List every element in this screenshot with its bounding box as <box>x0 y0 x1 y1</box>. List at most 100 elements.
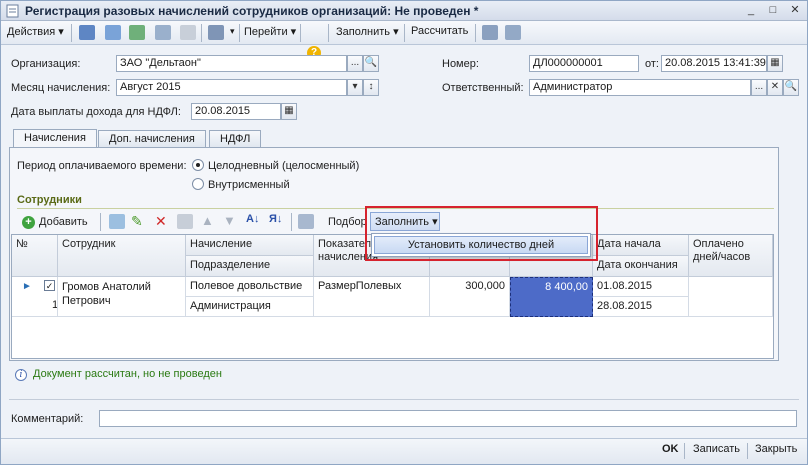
date-start-cell[interactable]: 01.08.2015 <box>593 277 689 297</box>
column-header-no[interactable]: № <box>12 235 58 277</box>
comment-field[interactable] <box>99 410 797 427</box>
period-full-day-radio[interactable] <box>192 159 204 171</box>
date-picker-icon[interactable]: ▦ <box>767 55 783 72</box>
structure-icon[interactable] <box>208 25 224 40</box>
comment-label: Комментарий: <box>11 413 84 425</box>
employees-section-title: Сотрудники <box>17 194 82 206</box>
employee-cell[interactable]: Громов Анатолий Петрович <box>58 277 186 317</box>
save-button[interactable]: Записать <box>693 443 740 455</box>
row-number-cell: ► ✓ 1 <box>12 277 58 317</box>
copy-row-icon[interactable] <box>109 214 125 229</box>
goto-label: Перейти <box>244 26 288 38</box>
pick-button[interactable]: Подбор <box>328 216 367 228</box>
responsible-clear-icon[interactable]: ✕ <box>767 79 783 96</box>
close-window-button[interactable]: ✕ <box>787 3 803 18</box>
fill-menu[interactable]: Заполнить ▾ <box>336 25 399 38</box>
copy-icon[interactable] <box>105 25 121 40</box>
period-intra-shift-radio[interactable] <box>192 178 204 190</box>
toolbar-separator <box>239 24 240 42</box>
column-header-date-end[interactable]: Дата окончания <box>593 256 689 277</box>
responsible-field[interactable]: Администратор <box>529 79 751 96</box>
divider <box>9 399 799 400</box>
checklist-icon[interactable] <box>505 25 521 40</box>
ndfl-date-field[interactable]: 20.08.2015 <box>191 103 281 120</box>
tab-ndfl[interactable]: НДФЛ <box>209 130 262 148</box>
row-checkbox[interactable]: ✓ <box>44 280 55 291</box>
responsible-label: Ответственный: <box>442 82 524 94</box>
goto-menu[interactable]: Перейти ▾ <box>244 25 296 38</box>
responsible-select-button[interactable]: ... <box>751 79 767 96</box>
month-field[interactable]: Август 2015 <box>116 79 347 96</box>
table-row[interactable]: ► ✓ 1 Громов Анатолий Петрович Полевое д… <box>12 277 773 317</box>
end-edit-icon[interactable] <box>177 214 193 229</box>
maximize-button[interactable]: □ <box>765 3 781 18</box>
print-icon[interactable] <box>155 25 171 40</box>
document-window: Регистрация разовых начислений сотрудник… <box>0 0 808 465</box>
tab-additional-accruals[interactable]: Доп. начисления <box>98 130 206 148</box>
tab-accruals[interactable]: Начисления <box>13 129 97 148</box>
calculate-button[interactable]: Рассчитать <box>411 25 468 37</box>
toolbar-separator <box>291 213 292 231</box>
refresh-icon[interactable] <box>129 25 145 40</box>
add-row-icon[interactable]: + <box>22 216 35 229</box>
footer-separator <box>747 443 748 459</box>
current-row-icon: ► <box>22 281 32 292</box>
structure-dropdown-arrow-icon[interactable]: ▾ <box>230 26 235 37</box>
number-field[interactable]: ДЛ000000001 <box>529 55 639 72</box>
period-full-day-label: Целодневный (целосменный) <box>208 160 360 172</box>
column-header-accrual[interactable]: Начисление <box>186 235 314 256</box>
document-icon <box>6 4 19 18</box>
date-field[interactable]: 20.08.2015 13:41:39 <box>661 55 767 72</box>
toolbar-separator <box>404 24 405 42</box>
accrual-cell[interactable]: Полевое довольствие <box>186 277 314 297</box>
column-header-department[interactable]: Подразделение <box>186 256 314 277</box>
table-settings-icon[interactable] <box>482 25 498 40</box>
post-close-icon[interactable] <box>79 25 95 40</box>
toolbar-separator <box>300 24 301 42</box>
month-dropdown-icon[interactable]: ▾ <box>347 79 363 96</box>
number-label: Номер: <box>442 58 479 70</box>
indicator-value-cell[interactable]: 300,000 <box>430 277 510 317</box>
minimize-button[interactable]: _ <box>743 3 759 18</box>
highlight-box <box>365 206 598 261</box>
sort-descending-icon[interactable]: Я↓ <box>269 213 282 225</box>
columns-settings-icon[interactable] <box>298 214 314 229</box>
delete-icon[interactable] <box>180 25 196 40</box>
org-open-icon[interactable]: 🔍 <box>363 55 379 72</box>
month-stepper-icon[interactable]: ↕ <box>363 79 379 96</box>
add-row-button[interactable]: Добавить <box>39 216 88 228</box>
move-down-icon[interactable]: ▼ <box>223 213 236 228</box>
month-label: Месяц начисления: <box>11 82 111 94</box>
date-end-cell[interactable]: 28.08.2015 <box>593 297 689 317</box>
department-cell[interactable]: Администрация <box>186 297 314 317</box>
column-header-paid[interactable]: Оплачено дней/часов <box>689 235 773 277</box>
actions-menu[interactable]: Действия ▾ <box>7 25 64 38</box>
info-icon: i <box>15 369 27 381</box>
org-select-button[interactable]: ... <box>347 55 363 72</box>
date-label: от: <box>645 58 659 70</box>
indicator-cell[interactable]: РазмерПолевых <box>314 277 430 317</box>
column-header-employee[interactable]: Сотрудник <box>58 235 186 277</box>
org-field[interactable]: ЗАО "Дельтаон" <box>116 55 347 72</box>
responsible-open-icon[interactable]: 🔍 <box>783 79 799 96</box>
edit-row-icon[interactable]: ✎ <box>131 213 143 230</box>
status-message: Документ рассчитан, но не проведен <box>33 368 222 380</box>
period-intra-shift-label: Внутрисменный <box>208 179 290 191</box>
toolbar-separator <box>328 24 329 42</box>
result-cell[interactable]: 8 400,00 <box>510 277 593 317</box>
sort-ascending-icon[interactable]: A↓ <box>246 213 259 225</box>
paid-cell[interactable] <box>689 277 773 317</box>
toolbar-separator <box>475 24 476 42</box>
ndfl-date-picker-icon[interactable]: ▦ <box>281 103 297 120</box>
close-button[interactable]: Закрыть <box>755 443 797 455</box>
fill-label: Заполнить <box>336 26 391 38</box>
footer-separator <box>684 443 685 459</box>
delete-row-icon[interactable]: ✕ <box>155 213 167 230</box>
period-label: Период оплачиваемого времени: <box>17 160 187 172</box>
window-title: Регистрация разовых начислений сотрудник… <box>25 4 479 18</box>
column-header-date-start[interactable]: Дата начала <box>593 235 689 256</box>
title-bar: Регистрация разовых начислений сотрудник… <box>1 1 807 21</box>
move-up-icon[interactable]: ▲ <box>201 213 214 228</box>
ok-button[interactable]: OK <box>662 443 679 455</box>
toolbar-separator <box>100 213 101 231</box>
